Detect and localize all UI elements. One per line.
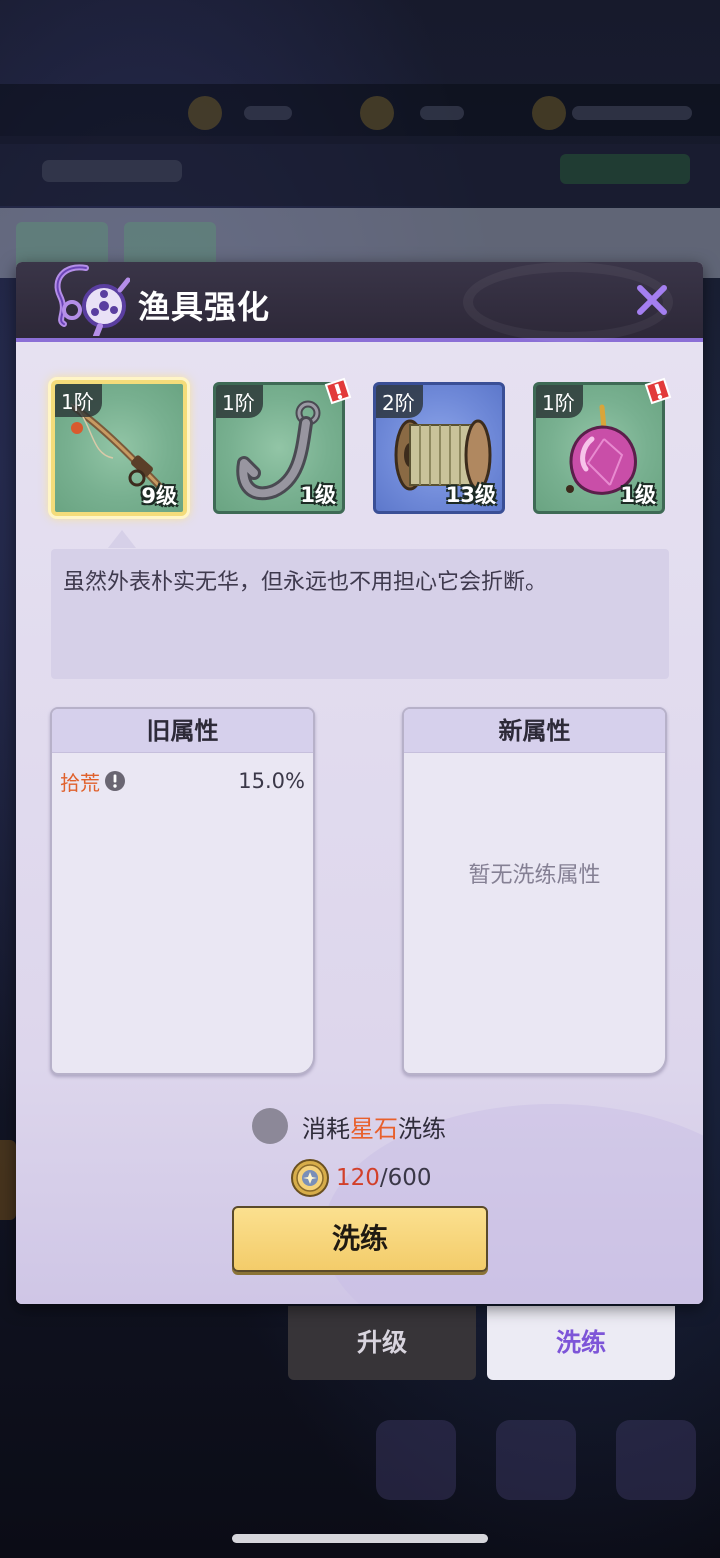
home-indicator[interactable] xyxy=(232,1534,488,1543)
background-gem-icon xyxy=(360,96,394,130)
equipment-tier: 1阶 xyxy=(55,384,102,417)
dialog-header: 渔具强化 xyxy=(16,262,703,342)
tab-upgrade[interactable]: 升级 xyxy=(288,1306,476,1380)
cost-separator: / xyxy=(379,1165,388,1191)
consume-prefix: 消耗 xyxy=(302,1114,350,1143)
attribute-row: 拾荒 15.0% xyxy=(60,765,305,797)
radio-button[interactable] xyxy=(252,1108,288,1144)
refine-cost: 120/600 xyxy=(290,1158,432,1198)
tab-refine[interactable]: 洗练 xyxy=(487,1306,675,1380)
equipment-tier: 1阶 xyxy=(536,385,583,418)
equipment-level: 1级 xyxy=(300,483,336,507)
item-description: 虽然外表朴实无华，但永远也不用担心它会折断。 xyxy=(51,549,669,679)
equipment-level: 9级 xyxy=(141,484,177,508)
close-button[interactable] xyxy=(630,278,674,322)
old-attributes-panel: 旧属性 拾荒 15.0% xyxy=(50,707,315,1075)
equipment-tier: 1阶 xyxy=(216,385,263,418)
new-attributes-header: 新属性 xyxy=(404,709,665,753)
equipment-slot-line[interactable]: 2阶 13级 xyxy=(373,382,505,514)
equipment-slot-hook[interactable]: 1阶 1级 xyxy=(213,377,352,514)
equipment-slot-bait[interactable]: 1阶 1级 xyxy=(533,377,672,514)
attribute-value: 15.0% xyxy=(238,769,305,793)
description-pointer xyxy=(108,530,136,548)
equipment-tier: 2阶 xyxy=(376,385,423,418)
background-coin-icon xyxy=(188,96,222,130)
consume-starstone-toggle[interactable]: 消耗星石洗练 xyxy=(252,1108,446,1144)
consume-label: 消耗星石洗练 xyxy=(302,1109,446,1144)
equipment-slot-rod[interactable]: 1阶 9级 xyxy=(51,380,187,516)
new-attributes-panel: 新属性 暂无洗练属性 xyxy=(402,707,667,1075)
attribute-name-wrap: 拾荒 xyxy=(60,767,126,796)
old-attributes-header: 旧属性 xyxy=(52,709,313,753)
background-menu-icon xyxy=(496,1420,576,1500)
gear-enhance-dialog: 渔具强化 1阶 9级 1阶 1级 2阶 13级 1阶 1级 虽然外表朴实无华，但… xyxy=(16,262,703,1304)
consume-suffix: 洗练 xyxy=(398,1114,446,1143)
dialog-title: 渔具强化 xyxy=(138,288,271,326)
fishing-reel-icon xyxy=(54,264,130,336)
attribute-name: 拾荒 xyxy=(60,770,100,795)
alert-badge-icon xyxy=(324,377,352,405)
empty-attributes-text: 暂无洗练属性 xyxy=(468,863,601,888)
background-green-button xyxy=(560,154,690,184)
alert-badge-icon xyxy=(644,377,672,405)
cost-required: 600 xyxy=(387,1165,432,1191)
consume-highlight: 星石 xyxy=(350,1114,398,1143)
cost-current: 120 xyxy=(336,1165,380,1191)
background-text xyxy=(244,106,292,120)
background-menu-icon xyxy=(616,1420,696,1500)
background-menu-icon xyxy=(376,1420,456,1500)
info-icon[interactable] xyxy=(104,770,126,792)
refine-button[interactable]: 洗练 xyxy=(232,1206,488,1272)
close-icon xyxy=(637,285,667,315)
background-title xyxy=(42,160,182,182)
equipment-level: 1级 xyxy=(620,483,656,507)
star-coin-icon xyxy=(291,1159,329,1197)
equipment-level: 13级 xyxy=(445,483,496,507)
cost-amount: 120/600 xyxy=(336,1165,432,1191)
background-text xyxy=(420,106,464,120)
background-text xyxy=(572,106,692,120)
background-side-strip xyxy=(0,1140,16,1220)
background-currency-icon xyxy=(532,96,566,130)
